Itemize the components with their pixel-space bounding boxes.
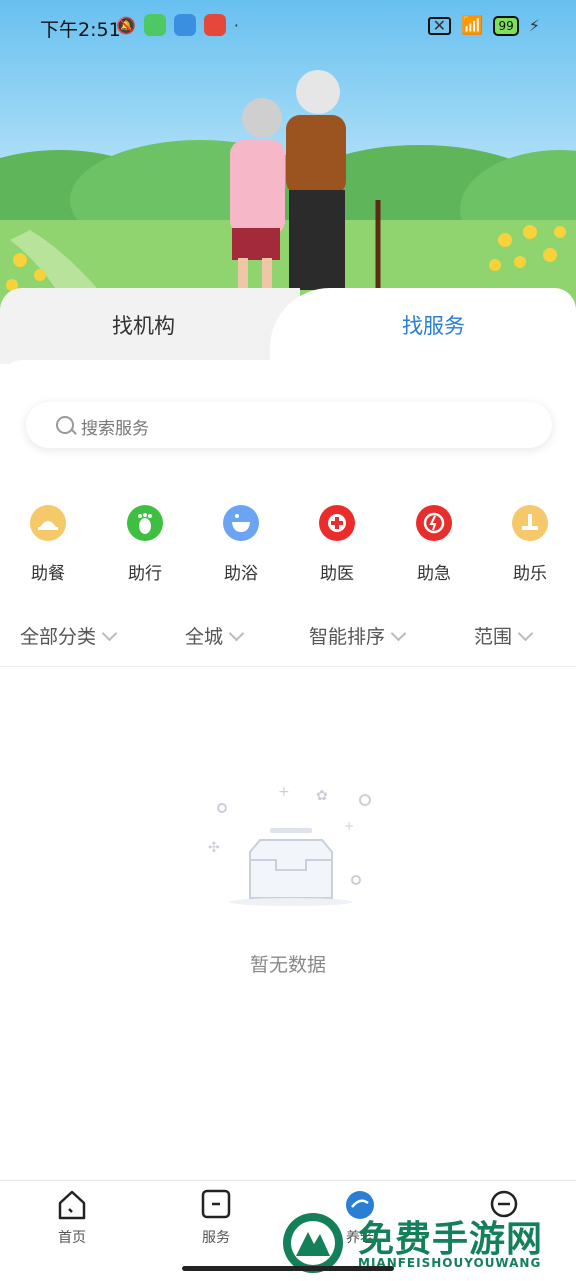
filter-sort[interactable]: 智能排序	[309, 622, 407, 649]
nav-home-label: 首页	[58, 1230, 86, 1246]
svg-text:+: +	[344, 819, 354, 833]
filter-category-label: 全部分类	[20, 626, 97, 648]
emergency-icon	[416, 505, 452, 541]
service-meal[interactable]: 助餐	[13, 505, 83, 584]
service-walk[interactable]: 助行	[110, 505, 180, 584]
filter-city-label: 全城	[185, 626, 224, 648]
service-bath[interactable]: 助浴	[206, 505, 276, 584]
tab-find-service-label: 找服务	[402, 314, 465, 338]
tab-find-institution[interactable]: 找机构	[0, 288, 300, 364]
meal-icon	[30, 505, 66, 541]
browser-notification-icon	[173, 14, 196, 36]
walk-icon	[127, 505, 163, 541]
wifi-icon: 📶	[461, 15, 484, 36]
battery-level: 99	[498, 18, 514, 33]
charging-icon: ⚡	[528, 16, 540, 35]
svg-text:+: +	[278, 784, 290, 800]
nav-service[interactable]: 服务	[176, 1189, 256, 1247]
status-time: 下午2:51	[40, 19, 121, 41]
search-icon	[56, 416, 74, 434]
service-fun[interactable]: 助乐	[495, 505, 565, 584]
service-meal-label: 助餐	[31, 564, 65, 584]
chevron-down-icon	[228, 625, 245, 642]
battery-icon: 99	[493, 15, 519, 36]
bath-icon	[223, 505, 259, 541]
filter-city[interactable]: 全城	[185, 622, 245, 649]
search-placeholder: 搜索服务	[81, 419, 149, 439]
svg-text:✿: ✿	[316, 788, 328, 804]
svg-text:✣: ✣	[208, 840, 220, 856]
service-walk-label: 助行	[128, 564, 162, 584]
no-sim-icon: ✕	[427, 16, 452, 35]
service-icon	[201, 1189, 231, 1219]
empty-state-text: 暂无数据	[249, 954, 326, 976]
service-fun-label: 助乐	[513, 564, 547, 584]
app-notification-icon	[143, 14, 166, 36]
service-emergency-label: 助急	[417, 564, 451, 584]
chevron-down-icon	[101, 625, 118, 642]
mute-icon: 🔕	[116, 15, 136, 35]
filter-range[interactable]: 范围	[474, 622, 534, 649]
fun-icon	[512, 505, 548, 541]
service-medical[interactable]: 助医	[302, 505, 372, 584]
home-icon	[58, 1190, 86, 1220]
tab-find-institution-label: 找机构	[112, 314, 175, 338]
search-input[interactable]: 搜索服务	[26, 402, 552, 448]
empty-box-icon: + + ✣ ✿	[208, 784, 371, 906]
watermark-title: 免费手游网	[358, 1218, 544, 1260]
tab-bar: 找机构 找服务	[0, 288, 576, 368]
game-notification-icon	[203, 14, 226, 36]
service-bath-label: 助浴	[224, 564, 258, 584]
nav-home[interactable]: 首页	[32, 1189, 112, 1247]
home-indicator[interactable]	[182, 1266, 394, 1271]
filter-category[interactable]: 全部分类	[20, 622, 118, 649]
service-medical-label: 助医	[320, 564, 354, 584]
tab-find-service[interactable]: 找服务	[270, 288, 576, 364]
filter-bar: 全部分类 全城 智能排序 范围	[0, 620, 576, 667]
filter-sort-label: 智能排序	[309, 626, 386, 648]
filter-range-label: 范围	[474, 626, 513, 648]
more-dot-icon: ·	[233, 15, 240, 35]
chevron-down-icon	[390, 625, 407, 642]
medical-icon	[319, 505, 355, 541]
chevron-down-icon	[517, 625, 534, 642]
nav-service-label: 服务	[202, 1230, 230, 1246]
main-content	[0, 360, 576, 1180]
service-emergency[interactable]: 助急	[399, 505, 469, 584]
status-bar: 下午2:51 🔕 · ✕ 📶 99 ⚡	[0, 0, 576, 56]
